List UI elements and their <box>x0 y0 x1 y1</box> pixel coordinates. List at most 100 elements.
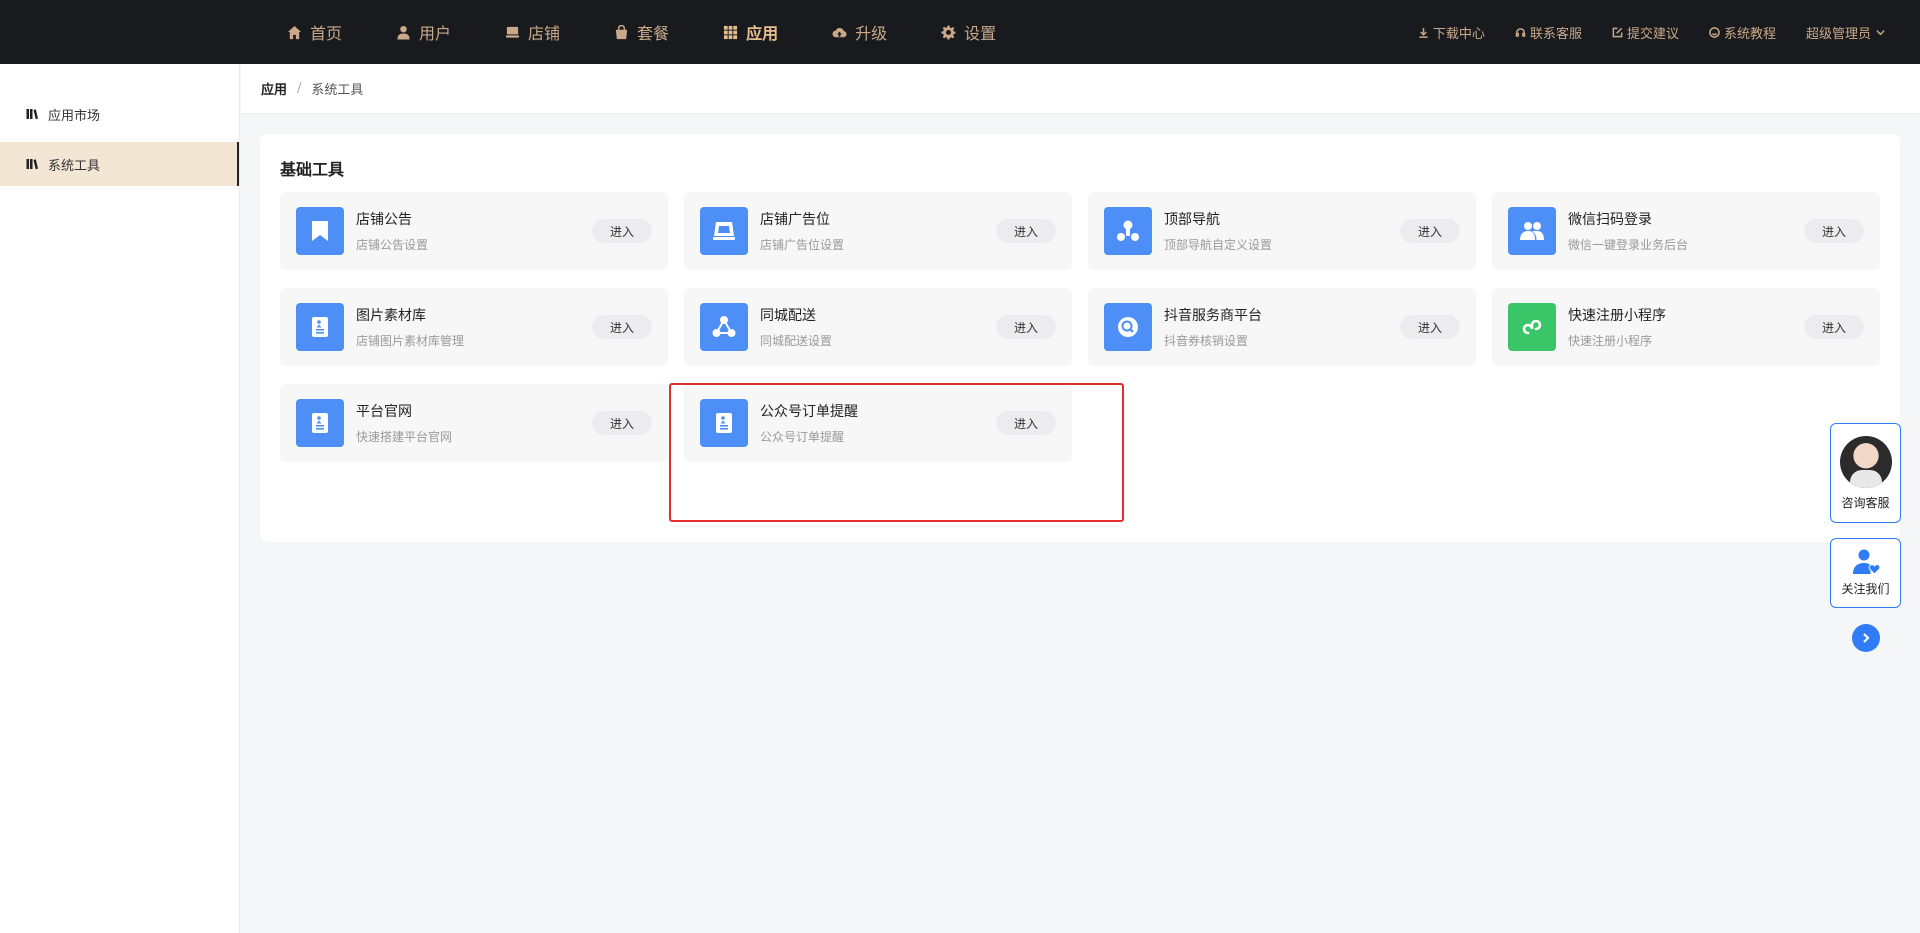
nav-users[interactable]: 用户 <box>379 0 468 64</box>
share-nodes-icon <box>700 303 748 351</box>
enter-button[interactable]: 进入 <box>996 315 1056 339</box>
tool-desc: 公众号订单提醒 <box>760 430 845 444</box>
submit-feedback-label: 提交建议 <box>1626 26 1679 42</box>
download-center-link[interactable]: 下载中心 <box>1418 23 1485 42</box>
nav-settings[interactable]: 设置 <box>924 0 1013 64</box>
basic-tools-card: 基础工具 店铺公告 店铺公告设置 进入 店铺广告位 店铺广告位设置 进入 顶部导… <box>260 134 1900 542</box>
document-icon <box>296 303 344 351</box>
tool-local-delivery[interactable]: 同城配送 同城配送设置 进入 <box>684 288 1072 366</box>
breadcrumb: 应用 / 系统工具 <box>241 64 1920 114</box>
tool-name: 同城配送 <box>760 308 816 324</box>
enter-button[interactable]: 进入 <box>592 219 652 243</box>
enter-button[interactable]: 进入 <box>1400 315 1460 339</box>
enter-button[interactable]: 进入 <box>1804 315 1864 339</box>
shop-icon <box>505 26 520 38</box>
headset-icon <box>1515 27 1526 37</box>
enter-button[interactable]: 进入 <box>1400 219 1460 243</box>
main-nav: 首页 用户 店铺 套餐 应用 升级 设置 <box>270 0 1033 64</box>
tool-platform-website[interactable]: 平台官网 快速搭建平台官网 进入 <box>280 384 668 462</box>
tool-desc: 店铺广告位设置 <box>760 238 845 252</box>
mini-program-icon <box>1508 303 1556 351</box>
download-icon <box>1419 27 1428 38</box>
tool-store-notice[interactable]: 店铺公告 店铺公告设置 进入 <box>280 192 668 270</box>
admin-dropdown[interactable]: 超级管理员 <box>1806 23 1886 42</box>
avatar <box>1839 436 1892 488</box>
user-heart-icon <box>1852 549 1880 575</box>
tool-desc: 抖音券核销设置 <box>1164 334 1249 348</box>
section-title: 基础工具 <box>280 160 345 179</box>
document-icon <box>296 399 344 447</box>
nav-shop-label: 店铺 <box>528 24 561 43</box>
bag-icon <box>615 24 628 39</box>
enter-button[interactable]: 进入 <box>1804 219 1864 243</box>
users-icon <box>1508 207 1556 255</box>
tool-name: 店铺广告位 <box>760 212 830 228</box>
tool-name: 抖音服务商平台 <box>1164 308 1262 324</box>
tool-name: 图片素材库 <box>356 308 426 324</box>
breadcrumb-root[interactable]: 应用 <box>261 79 287 98</box>
top-navbar: 首页 用户 店铺 套餐 应用 升级 设置 下载中心 联系客服 提交建议 系统教程… <box>0 0 1920 64</box>
tool-wechat-scan-login[interactable]: 微信扫码登录 微信一键登录业务后台 进入 <box>1492 192 1880 270</box>
nav-apps[interactable]: 应用 <box>706 0 795 64</box>
user-icon <box>397 25 410 40</box>
smile-icon <box>1709 26 1720 38</box>
consult-label: 咨询客服 <box>1841 496 1890 510</box>
tool-desc: 快速注册小程序 <box>1568 334 1653 348</box>
tool-desc: 顶部导航自定义设置 <box>1164 238 1273 252</box>
sidebar-item-label: 应用市场 <box>48 108 101 124</box>
consult-support-widget[interactable]: 咨询客服 <box>1830 423 1901 523</box>
enter-button[interactable]: 进入 <box>996 219 1056 243</box>
tool-name: 平台官网 <box>356 404 412 420</box>
tool-desc: 店铺公告设置 <box>356 238 429 252</box>
top-right-links: 下载中心 联系客服 提交建议 系统教程 超级管理员 <box>1418 0 1886 64</box>
breadcrumb-separator: / <box>297 81 302 96</box>
nav-apps-label: 应用 <box>746 24 779 43</box>
tool-name: 微信扫码登录 <box>1568 212 1652 228</box>
nav-shop[interactable]: 店铺 <box>488 0 577 64</box>
bookmark-icon <box>296 207 344 255</box>
breadcrumb-current: 系统工具 <box>311 83 364 98</box>
sidebar-item-app-market[interactable]: 应用市场 <box>0 92 239 136</box>
download-center-label: 下载中心 <box>1432 26 1485 42</box>
nav-home[interactable]: 首页 <box>270 0 359 64</box>
sidebar: 应用市场 系统工具 <box>0 64 240 933</box>
nav-upgrade[interactable]: 升级 <box>815 0 904 64</box>
chevron-right-icon <box>1863 633 1870 643</box>
tool-store-ad-slot[interactable]: 店铺广告位 店铺广告位设置 进入 <box>684 192 1072 270</box>
collapse-float-button[interactable] <box>1852 624 1880 652</box>
tool-desc: 微信一键登录业务后台 <box>1568 238 1689 252</box>
nav-package[interactable]: 套餐 <box>597 0 686 64</box>
contact-support-link[interactable]: 联系客服 <box>1515 23 1582 42</box>
tool-name: 顶部导航 <box>1164 212 1220 228</box>
tool-quick-register-mini-program[interactable]: 快速注册小程序 快速注册小程序 进入 <box>1492 288 1880 366</box>
sidebar-item-system-tools[interactable]: 系统工具 <box>0 142 239 186</box>
billboard-icon <box>700 207 748 255</box>
enter-button[interactable]: 进入 <box>592 315 652 339</box>
tool-desc: 店铺图片素材库管理 <box>356 334 465 348</box>
nav-users-label: 用户 <box>419 24 452 43</box>
admin-label: 超级管理员 <box>1805 26 1871 42</box>
system-tutorial-label: 系统教程 <box>1723 26 1776 42</box>
nav-upgrade-label: 升级 <box>855 24 888 43</box>
network-icon <box>1104 207 1152 255</box>
tool-douyin-service-platform[interactable]: 抖音服务商平台 抖音券核销设置 进入 <box>1088 288 1476 366</box>
enter-button[interactable]: 进入 <box>996 411 1056 435</box>
follow-us-widget[interactable]: 关注我们 <box>1830 538 1901 608</box>
home-icon <box>287 25 302 39</box>
nav-home-label: 首页 <box>310 24 343 43</box>
follow-label: 关注我们 <box>1841 582 1890 596</box>
tool-official-account-order-reminder[interactable]: 公众号订单提醒 公众号订单提醒 进入 <box>684 384 1072 462</box>
system-tutorial-link[interactable]: 系统教程 <box>1709 23 1776 42</box>
tool-name: 公众号订单提醒 <box>760 404 858 420</box>
sidebar-item-label: 系统工具 <box>48 158 101 174</box>
tool-top-navigation[interactable]: 顶部导航 顶部导航自定义设置 进入 <box>1088 192 1476 270</box>
submit-feedback-link[interactable]: 提交建议 <box>1612 23 1679 42</box>
tool-image-library[interactable]: 图片素材库 店铺图片素材库管理 进入 <box>280 288 668 366</box>
nav-settings-label: 设置 <box>964 24 997 43</box>
enter-button[interactable]: 进入 <box>592 411 652 435</box>
grid-icon <box>724 25 738 39</box>
library-icon <box>26 159 38 170</box>
library-icon <box>26 109 38 120</box>
cloud-upload-icon <box>832 27 847 37</box>
gear-icon <box>941 24 956 40</box>
